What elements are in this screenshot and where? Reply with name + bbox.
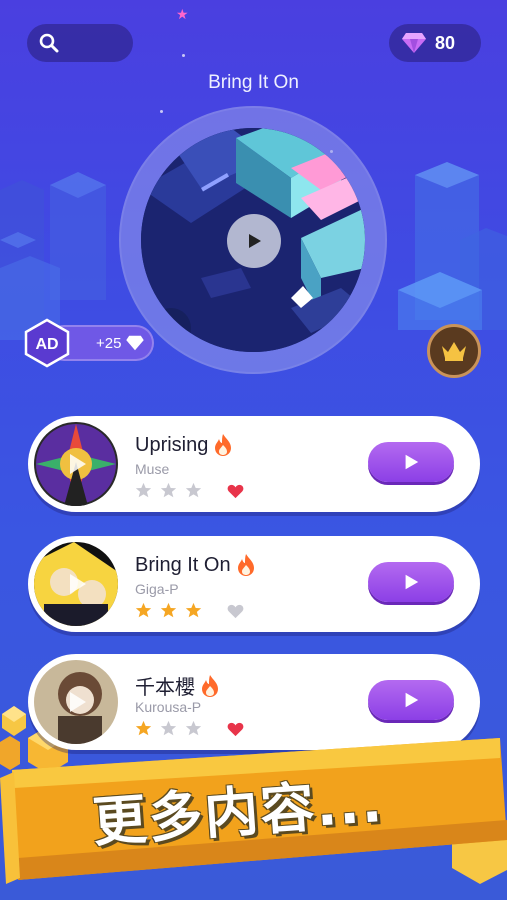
- gem-count: 80: [435, 32, 456, 53]
- fire-icon: [237, 554, 254, 576]
- song-title-row: Uprising: [135, 433, 234, 457]
- album-cover-image: [34, 422, 118, 506]
- star-empty-icon: [160, 482, 177, 498]
- ad-reward-amount: +25: [96, 334, 122, 352]
- play-icon: [405, 692, 419, 708]
- search-icon: [39, 33, 59, 53]
- song-title: Uprising: [135, 433, 209, 456]
- fire-icon: [215, 434, 232, 456]
- gem-icon: [402, 33, 426, 53]
- play-icon: [405, 574, 419, 590]
- star-empty-icon: [135, 482, 152, 498]
- favorite-button[interactable]: [227, 604, 244, 624]
- sparkle-dot: [160, 110, 163, 113]
- sparkle-dot: [182, 54, 185, 57]
- now-playing-title: Bring It On: [208, 72, 299, 93]
- crown-icon: [442, 342, 466, 361]
- gem-counter[interactable]: 80: [389, 24, 481, 62]
- star-filled-icon: [160, 602, 177, 618]
- star-decoration: ★: [176, 6, 189, 22]
- ad-reward-button[interactable]: +25 AD: [22, 318, 154, 368]
- song-card[interactable]: Bring It On Giga-P: [28, 536, 480, 632]
- song-artist: Muse: [135, 461, 170, 477]
- play-icon: [405, 454, 419, 470]
- song-title: 千本櫻: [135, 677, 195, 699]
- favorite-button[interactable]: [227, 484, 244, 504]
- star-filled-icon: [185, 602, 202, 618]
- star-empty-icon: [185, 482, 202, 498]
- ad-badge-icon: AD: [24, 318, 70, 368]
- heart-icon: [227, 484, 244, 499]
- song-title: Bring It On: [135, 553, 231, 576]
- song-artist: Giga-P: [135, 581, 179, 597]
- song-title-row: Bring It On: [135, 553, 257, 577]
- song-rating: [135, 602, 202, 619]
- song-play-button[interactable]: [368, 562, 454, 602]
- song-rating: [135, 482, 202, 499]
- star-filled-icon: [135, 602, 152, 618]
- play-icon: [249, 234, 261, 248]
- song-play-button[interactable]: [368, 442, 454, 482]
- song-cover[interactable]: [34, 542, 118, 626]
- ad-badge-label: AD: [35, 336, 58, 353]
- disc-play-button[interactable]: [227, 214, 281, 268]
- crown-button[interactable]: [427, 324, 481, 378]
- gem-icon: [126, 335, 145, 351]
- fire-icon: [202, 674, 218, 697]
- search-button[interactable]: [27, 24, 133, 62]
- song-card[interactable]: Uprising Muse: [28, 416, 480, 512]
- album-cover-image: [34, 542, 118, 626]
- song-cover[interactable]: [34, 422, 118, 506]
- heart-icon: [227, 604, 244, 619]
- song-title-row: 千本櫻: [135, 671, 221, 700]
